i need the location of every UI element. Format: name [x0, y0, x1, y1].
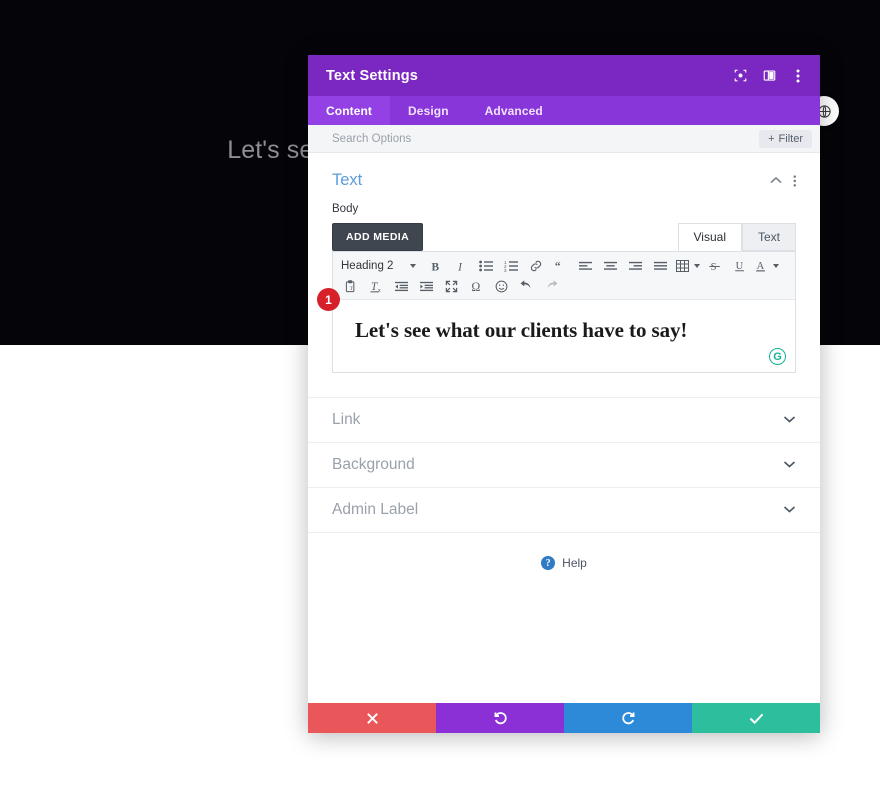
search-options-bar: + Filter	[308, 125, 820, 153]
chevron-down-icon	[783, 456, 796, 474]
clear-formatting-icon[interactable]: T x	[364, 276, 389, 296]
search-input[interactable]	[332, 132, 760, 145]
section-admin-label[interactable]: Admin Label	[308, 488, 820, 533]
section-background[interactable]: Background	[308, 443, 820, 488]
editor-heading-text: Let's see what our clients have to say!	[355, 318, 688, 342]
modal-content-scroll: Text Body ADD MEDIA Visual Text Heading …	[308, 153, 820, 703]
tab-design[interactable]: Design	[390, 96, 467, 125]
bold-icon[interactable]: B	[423, 256, 448, 276]
svg-text:3: 3	[504, 268, 507, 272]
text-settings-modal: Text Settings Content Design Advanced Se…	[308, 55, 820, 733]
blockquote-icon[interactable]: “	[548, 256, 573, 276]
modal-title: Text Settings	[326, 67, 418, 84]
close-button[interactable]	[308, 703, 436, 733]
save-button[interactable]	[692, 703, 820, 733]
italic-icon[interactable]: I	[448, 256, 473, 276]
layout-columns-icon[interactable]	[761, 68, 777, 84]
editor-mode-tabs: Visual Text	[677, 223, 796, 251]
editor-toolbar-top: ADD MEDIA Visual Text	[332, 223, 796, 251]
fullscreen-icon[interactable]	[439, 276, 464, 296]
section-link[interactable]: Link	[308, 398, 820, 443]
text-section: Text Body ADD MEDIA Visual Text Heading …	[308, 153, 820, 373]
numbered-list-icon[interactable]: 1 2 3	[498, 256, 523, 276]
question-mark-icon: ?	[541, 556, 556, 570]
redo-icon[interactable]	[539, 276, 564, 296]
indent-icon[interactable]	[414, 276, 439, 296]
tab-advanced[interactable]: Advanced	[467, 96, 561, 125]
undo-icon[interactable]	[514, 276, 539, 296]
modal-header: Text Settings	[308, 55, 820, 96]
svg-text:Ω: Ω	[471, 280, 480, 293]
tab-content[interactable]: Content	[308, 96, 391, 125]
collapsed-sections: Link Background Admin Label	[308, 397, 820, 533]
strikethrough-icon[interactable]: S	[702, 256, 727, 276]
svg-text:I: I	[457, 261, 463, 272]
help-label: Help	[562, 556, 587, 570]
text-section-header: Text	[332, 171, 796, 190]
redo-button[interactable]	[564, 703, 692, 733]
table-caret-down-icon[interactable]	[691, 264, 702, 268]
editor-format-toolbar: Heading 2 B I 1 2 3 “ S U A T T x Ω	[333, 252, 795, 300]
align-center-icon[interactable]	[598, 256, 623, 276]
chevron-up-icon[interactable]	[769, 176, 782, 185]
svg-text:S: S	[710, 262, 716, 273]
body-field-label: Body	[332, 203, 359, 215]
table-icon[interactable]	[673, 256, 691, 276]
check-icon	[749, 713, 763, 724]
undo-button[interactable]	[436, 703, 564, 733]
outdent-icon[interactable]	[389, 276, 414, 296]
svg-text:T: T	[350, 286, 354, 292]
svg-text:T: T	[370, 281, 377, 293]
align-justify-icon[interactable]	[648, 256, 673, 276]
toolbar-row-1: Heading 2 B I 1 2 3 “ S U A	[339, 256, 789, 276]
focus-preview-icon[interactable]	[732, 68, 748, 84]
section-link-label: Link	[332, 411, 361, 428]
x-icon	[366, 712, 378, 724]
screen: Let's see what our clients have to say! …	[0, 0, 880, 791]
link-icon[interactable]	[523, 256, 548, 276]
tab-visual[interactable]: Visual	[677, 223, 742, 251]
section-admin-label-label: Admin Label	[332, 501, 419, 518]
plus-icon: +	[768, 132, 775, 145]
editor-content-area[interactable]: 1 Let's see what our clients have to say…	[317, 288, 795, 372]
underline-icon[interactable]: U	[727, 256, 752, 276]
redo-arrow-icon	[621, 711, 634, 724]
wysiwyg-editor: Heading 2 B I 1 2 3 “ S U A T T x Ω 1 Le…	[317, 251, 796, 373]
format-select-value: Heading 2	[341, 260, 394, 272]
caret-down-icon	[410, 264, 416, 268]
chevron-down-icon	[783, 411, 796, 429]
text-section-controls	[769, 174, 797, 188]
text-color-caret-down-icon[interactable]	[770, 264, 781, 268]
emoji-icon[interactable]	[489, 276, 514, 296]
chevron-down-icon	[783, 501, 796, 519]
kebab-menu-icon[interactable]	[793, 174, 797, 188]
filter-button[interactable]: + Filter	[759, 129, 812, 148]
paste-as-text-icon[interactable]: T	[339, 276, 364, 296]
special-character-icon[interactable]: Ω	[464, 276, 489, 296]
svg-text:“: “	[554, 261, 560, 273]
section-background-label: Background	[332, 456, 415, 473]
step-badge: 1	[317, 288, 340, 311]
bulleted-list-icon[interactable]	[473, 256, 498, 276]
align-right-icon[interactable]	[623, 256, 648, 276]
format-select[interactable]: Heading 2	[339, 257, 419, 276]
modal-action-bar	[308, 703, 820, 733]
align-left-icon[interactable]	[573, 256, 598, 276]
filter-button-label: Filter	[778, 132, 803, 145]
add-media-button[interactable]: ADD MEDIA	[332, 223, 424, 251]
text-section-title: Text	[332, 171, 363, 189]
modal-tabbar: Content Design Advanced	[308, 96, 820, 125]
kebab-menu-icon[interactable]	[790, 68, 806, 84]
undo-arrow-icon	[494, 711, 507, 724]
svg-text:x: x	[377, 288, 380, 293]
modal-header-actions	[732, 68, 806, 84]
toolbar-row-2: T T x Ω	[339, 276, 789, 296]
svg-text:B: B	[431, 261, 439, 272]
help-row[interactable]: ? Help	[308, 533, 820, 570]
grammarly-icon[interactable]: G	[769, 348, 786, 365]
tab-text[interactable]: Text	[741, 223, 796, 251]
text-color-icon[interactable]: A	[752, 256, 770, 276]
